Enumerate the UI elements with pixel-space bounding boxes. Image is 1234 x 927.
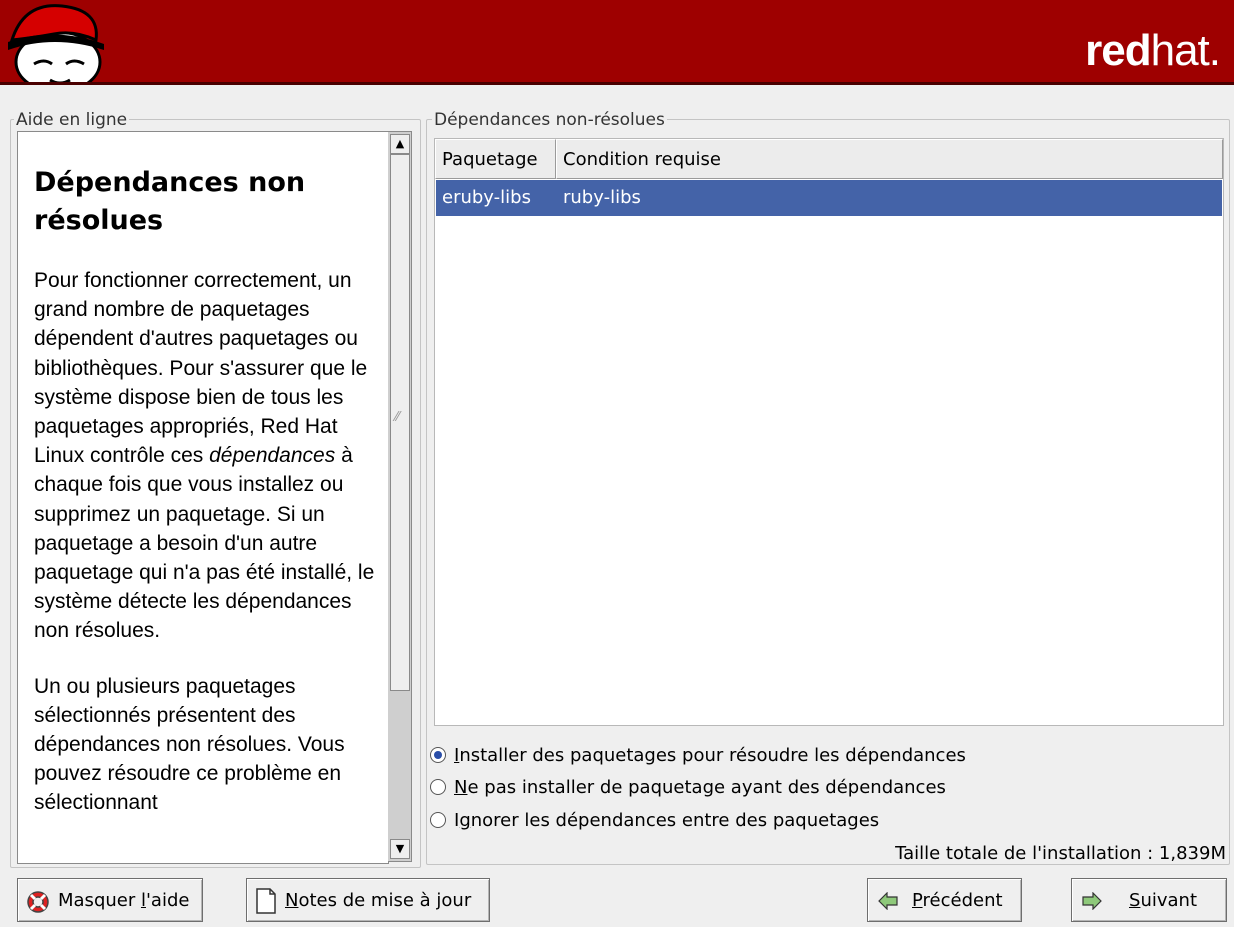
lifebuoy-icon (27, 891, 49, 913)
radio-ignore-dependencies[interactable]: Ignorer les dépendances entre des paquet… (430, 806, 879, 836)
radio-unselected-icon[interactable] (430, 811, 446, 828)
table-row[interactable]: eruby-libs ruby-libs (436, 180, 1222, 216)
release-notes-button[interactable]: Notes de mise à jour (246, 878, 490, 922)
radio-install-dependencies[interactable]: Installer des paquetages pour résoudre l… (430, 741, 966, 771)
cell-requirement: ruby-libs (563, 187, 641, 208)
grip-icon: ⁄⁄ (395, 410, 400, 425)
scroll-thumb[interactable]: ⁄⁄ (390, 154, 410, 691)
header-banner: redhat. (0, 0, 1234, 85)
scroll-up-button[interactable]: ▲ (390, 134, 410, 154)
radio-do-not-install[interactable]: Ne pas installer de paquetage ayant des … (430, 773, 946, 803)
dependencies-frame-label: Dépendances non-résolues (432, 110, 667, 130)
back-button[interactable]: Précédent (867, 878, 1022, 922)
scroll-down-button[interactable]: ▼ (390, 839, 410, 859)
install-size-label: Taille totale de l'installation : 1,839M (895, 843, 1226, 864)
redhat-wordmark: redhat. (1085, 26, 1221, 75)
radio-selected-icon[interactable] (430, 746, 446, 763)
help-paragraph-2: Un ou plusieurs paquetages sélectionnés … (34, 674, 345, 815)
document-icon (256, 888, 276, 914)
help-title: Dépendances non résolues (34, 167, 306, 236)
cell-package: eruby-libs (442, 187, 531, 208)
radio-unselected-icon[interactable] (430, 778, 446, 795)
installer-window: redhat. Aide en ligne Dépendances non ré… (0, 0, 1234, 927)
arrow-left-icon (878, 892, 898, 910)
help-scrollbar[interactable]: ▲ ⁄⁄ ▼ (388, 131, 412, 862)
column-header-package[interactable]: Paquetage (435, 139, 556, 179)
arrow-right-icon (1082, 892, 1102, 910)
hide-help-button[interactable]: Masquer l'aide (17, 878, 203, 922)
help-text-area[interactable]: Dépendances non résolues Pour fonctionne… (17, 131, 389, 864)
dependencies-table[interactable]: Paquetage Condition requise eruby-libs r… (434, 138, 1224, 726)
next-button[interactable]: Suivant (1071, 878, 1227, 922)
shadowman-logo-icon (8, 4, 104, 82)
help-frame-label: Aide en ligne (14, 110, 130, 130)
help-paragraph-1: Pour fonctionner correctement, un grand … (34, 269, 375, 643)
column-header-requirement[interactable]: Condition requise (556, 139, 1223, 179)
